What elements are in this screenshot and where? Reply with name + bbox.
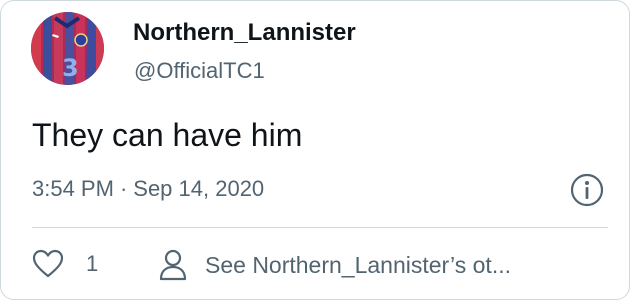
see-profile-tweets-label: See Northern_Lannister’s ot... xyxy=(205,251,511,278)
timestamp-separator: · xyxy=(119,176,128,201)
info-icon[interactable] xyxy=(569,172,605,208)
see-profile-tweets-link[interactable]: See Northern_Lannister’s ot... xyxy=(158,249,511,281)
divider xyxy=(32,227,608,228)
author-avatar[interactable]: 3 xyxy=(31,12,104,85)
tweet-date: Sep 14, 2020 xyxy=(133,176,265,201)
person-icon xyxy=(159,249,187,281)
tweet-time: 3:54 PM xyxy=(32,176,114,201)
svg-text:3: 3 xyxy=(62,54,79,82)
jersey-avatar-icon: 3 xyxy=(31,12,104,85)
author-display-name[interactable]: Northern_Lannister xyxy=(133,19,356,47)
like-button[interactable]: 1 xyxy=(32,249,98,279)
like-count: 1 xyxy=(86,251,99,276)
tweet-card: 3 Northern_Lannister @OfficialTC1 They c… xyxy=(0,0,630,300)
author-handle[interactable]: @OfficialTC1 xyxy=(134,58,265,84)
heart-icon xyxy=(32,249,64,278)
tweet-text: They can have him xyxy=(32,117,303,153)
tweet-timestamp[interactable]: 3:54 PM · Sep 14, 2020 xyxy=(32,176,264,202)
